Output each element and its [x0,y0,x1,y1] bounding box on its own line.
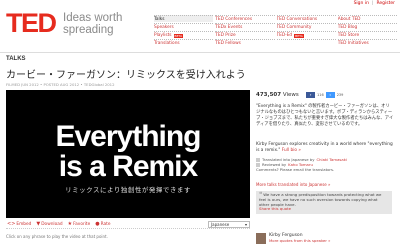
beta-badge: BETA [173,33,184,38]
nav-label: Talks [154,17,165,22]
speaker-blurb: Kirby Ferguson explores creativity in a … [256,142,394,153]
nav-item-talks[interactable]: Talks [154,15,214,22]
embed-icon: <> [7,221,16,227]
view-count: 473,507 Views [256,92,299,98]
more-quotes-link[interactable]: More quotes from this speaker » [269,238,331,243]
nav-item-conversations[interactable]: TED Conversations [276,15,336,22]
nav-item-prize[interactable]: TED Prize [215,31,275,38]
download-icon: ▼ [36,221,41,227]
share-buttons: f 116 t 239 [306,92,343,98]
nav-item-ted-ed[interactable]: TED-Ed BETA [276,31,336,38]
translator-link[interactable]: Chiaki Tamasaki [316,157,347,162]
nav-item-about[interactable]: About TED [337,15,397,22]
nav-label: TED Store [337,33,360,38]
download-label: Download [41,221,63,227]
video-title-line-2: is a Remix [58,150,198,183]
video-toolbar: <> Embed ▼ Download ★ Favorite ● Rate Japane… [6,220,250,229]
translation-credits: Translated into Japanese by Chiaki Tamas… [256,157,394,172]
video-player[interactable]: Everything is a Remix リミックスにより独創性が発揮できます [6,90,250,218]
views-number: 473,507 [256,92,282,98]
video-title-line-1: Everything [55,120,201,153]
nav-label: TED Conversations [276,17,318,22]
chevron-down-icon: ▾ [244,221,247,227]
rate-icon: ● [95,221,100,227]
speaker-card: Kirby Ferguson More quotes from this spe… [256,233,331,244]
translation-note[interactable]: Comments? Please email the translators. [256,167,394,172]
nav-item-conferences[interactable]: TED Conferences [215,15,275,22]
blurb-text: Kirby Ferguson explores creativity in a … [256,142,393,153]
nav-label: TED Conferences [215,17,253,22]
nav-item-playlists[interactable]: Playlists BETA [154,31,214,38]
transcript-hint: Click on any phrase to play the video at… [6,234,108,239]
twitter-icon[interactable]: t [325,92,335,98]
ted-logo[interactable]: TED [6,10,57,37]
nav-item-blog[interactable]: TED Blog [337,23,397,30]
share-quote-link[interactable]: Share this quote [259,207,389,212]
nav-label: TED Initiatives [337,41,369,46]
beta-badge: BETA [294,33,304,38]
nav-item-empty [276,39,336,46]
nav-item-translations[interactable]: Translations [154,39,214,46]
nav-item-tedx[interactable]: TEDx Events [215,23,275,30]
nav-label: TED Prize [215,33,236,38]
talk-title: カービー・ファーガソン：リミックスを受け入れよう [6,70,246,81]
translator-avatar [256,157,260,162]
nav-item-initiatives[interactable]: TED Initiatives [337,39,397,46]
quote-text: We have a strong predisposition towards … [259,192,382,207]
embed-button[interactable]: <> Embed [6,221,32,227]
tagline: Ideas worth spreading [63,12,122,36]
nav-label: TED Fellows [215,41,241,46]
facebook-icon[interactable]: f [306,92,315,98]
nav-label: Playlists [154,33,172,38]
main-nav: Talks TED Conferences TED Conversations … [154,15,397,46]
facebook-count: 116 [317,93,324,97]
video-subtitle: リミックスにより独創性が発揮できます [65,186,191,194]
nav-label: Translations [154,41,180,46]
full-bio-link[interactable]: Full bio » [282,148,301,153]
featured-quote: ❝We have a strong predisposition towards… [256,191,392,214]
favorite-button[interactable]: ★ Favorite [67,221,92,227]
nav-label: TEDx Events [215,25,243,30]
register-link[interactable]: Register [376,1,395,6]
nav-item-speakers[interactable]: Speakers [154,23,214,30]
talk-meta: FILMED JUN 2012 • POSTED AUG 2012 • TEDG… [6,82,115,87]
nav-label: TED Blog [337,25,358,30]
language-select[interactable]: Japanese ▾ [208,220,250,228]
tagline-line-1: Ideas worth [63,12,123,24]
favorite-label: Favorite [73,221,91,227]
nav-label: About TED [337,17,361,22]
rate-button[interactable]: ● Rate [94,221,111,227]
language-value: Japanese [211,221,230,227]
star-icon: ★ [67,221,73,227]
embed-label: Embed [16,221,32,227]
header-divider [0,52,400,53]
talk-description: "Everything is a Remix" の製作者カービー・ファーガソンは… [256,104,394,127]
section-heading: TALKS [6,56,26,62]
nav-label: TED-Ed [276,33,293,38]
separator: | [371,1,374,6]
nav-item-fellows[interactable]: TED Fellows [215,39,275,46]
rate-label: Rate [100,221,111,227]
reviewer-avatar [256,162,260,167]
sign-in-link[interactable]: Sign in [354,1,369,6]
views-label: Views [282,92,299,98]
nav-label: Speakers [154,25,174,30]
nav-label: TED Community [276,25,312,30]
twitter-count: 239 [336,93,344,97]
more-translations-link[interactable]: More talks translated into Japanese » [256,182,331,187]
avatar[interactable] [256,233,266,244]
nav-item-community[interactable]: TED Community [276,23,336,30]
nav-item-store[interactable]: TED Store [337,31,397,38]
tagline-line-2: spreading [63,24,114,36]
account-links: Sign in | Register [354,1,395,6]
download-button[interactable]: ▼ Download [35,221,63,227]
